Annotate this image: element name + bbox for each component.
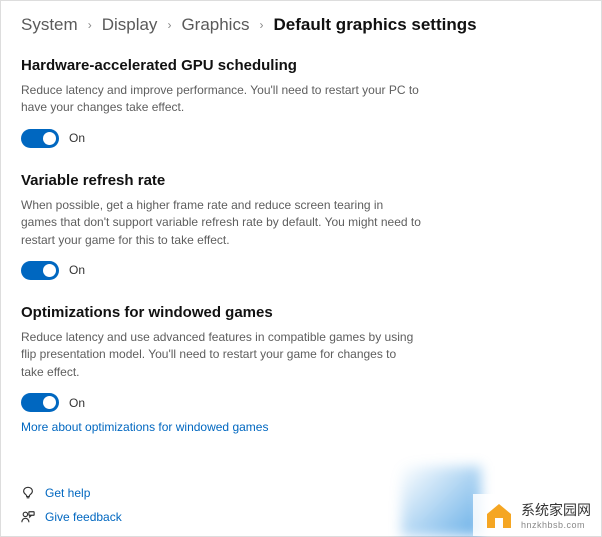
toggle-row: On (21, 261, 581, 280)
toggle-state-label: On (69, 396, 85, 410)
help-icon (21, 486, 35, 500)
more-about-link[interactable]: More about optimizations for windowed ga… (21, 420, 268, 434)
breadcrumb-current: Default graphics settings (273, 15, 476, 35)
variable-refresh-toggle[interactable] (21, 261, 59, 280)
watermark-blur (401, 466, 481, 536)
section-description: When possible, get a higher frame rate a… (21, 197, 421, 249)
give-feedback-link[interactable]: Give feedback (21, 510, 122, 524)
windowed-optimizations-toggle[interactable] (21, 393, 59, 412)
give-feedback-label: Give feedback (45, 510, 122, 524)
section-description: Reduce latency and improve performance. … (21, 82, 421, 117)
feedback-icon (21, 510, 35, 524)
chevron-right-icon: › (259, 18, 263, 32)
toggle-knob (43, 264, 56, 277)
get-help-label: Get help (45, 486, 90, 500)
toggle-state-label: On (69, 131, 85, 145)
footer-links: Get help Give feedback (21, 486, 122, 524)
section-description: Reduce latency and use advanced features… (21, 329, 421, 381)
section-title: Variable refresh rate (21, 172, 581, 189)
toggle-state-label: On (69, 263, 85, 277)
settings-page: System › Display › Graphics › Default gr… (1, 1, 601, 470)
breadcrumb-display[interactable]: Display (102, 15, 158, 35)
gpu-scheduling-toggle[interactable] (21, 129, 59, 148)
section-title: Optimizations for windowed games (21, 304, 581, 321)
toggle-knob (43, 396, 56, 409)
section-gpu-scheduling: Hardware-accelerated GPU scheduling Redu… (21, 57, 581, 148)
section-variable-refresh: Variable refresh rate When possible, get… (21, 172, 581, 280)
breadcrumb: System › Display › Graphics › Default gr… (21, 15, 581, 35)
section-windowed-optimizations: Optimizations for windowed games Reduce … (21, 304, 581, 436)
section-title: Hardware-accelerated GPU scheduling (21, 57, 581, 74)
chevron-right-icon: › (167, 18, 171, 32)
toggle-knob (43, 132, 56, 145)
breadcrumb-system[interactable]: System (21, 15, 78, 35)
toggle-row: On (21, 129, 581, 148)
watermark-text: 系统家园网 (521, 500, 591, 520)
watermark-logo-icon (483, 500, 515, 530)
toggle-row: On (21, 393, 581, 412)
get-help-link[interactable]: Get help (21, 486, 122, 500)
watermark-subtext: hnzkhbsb.com (521, 520, 591, 530)
breadcrumb-graphics[interactable]: Graphics (181, 15, 249, 35)
chevron-right-icon: › (88, 18, 92, 32)
watermark: 系统家园网 hnzkhbsb.com (473, 494, 601, 536)
